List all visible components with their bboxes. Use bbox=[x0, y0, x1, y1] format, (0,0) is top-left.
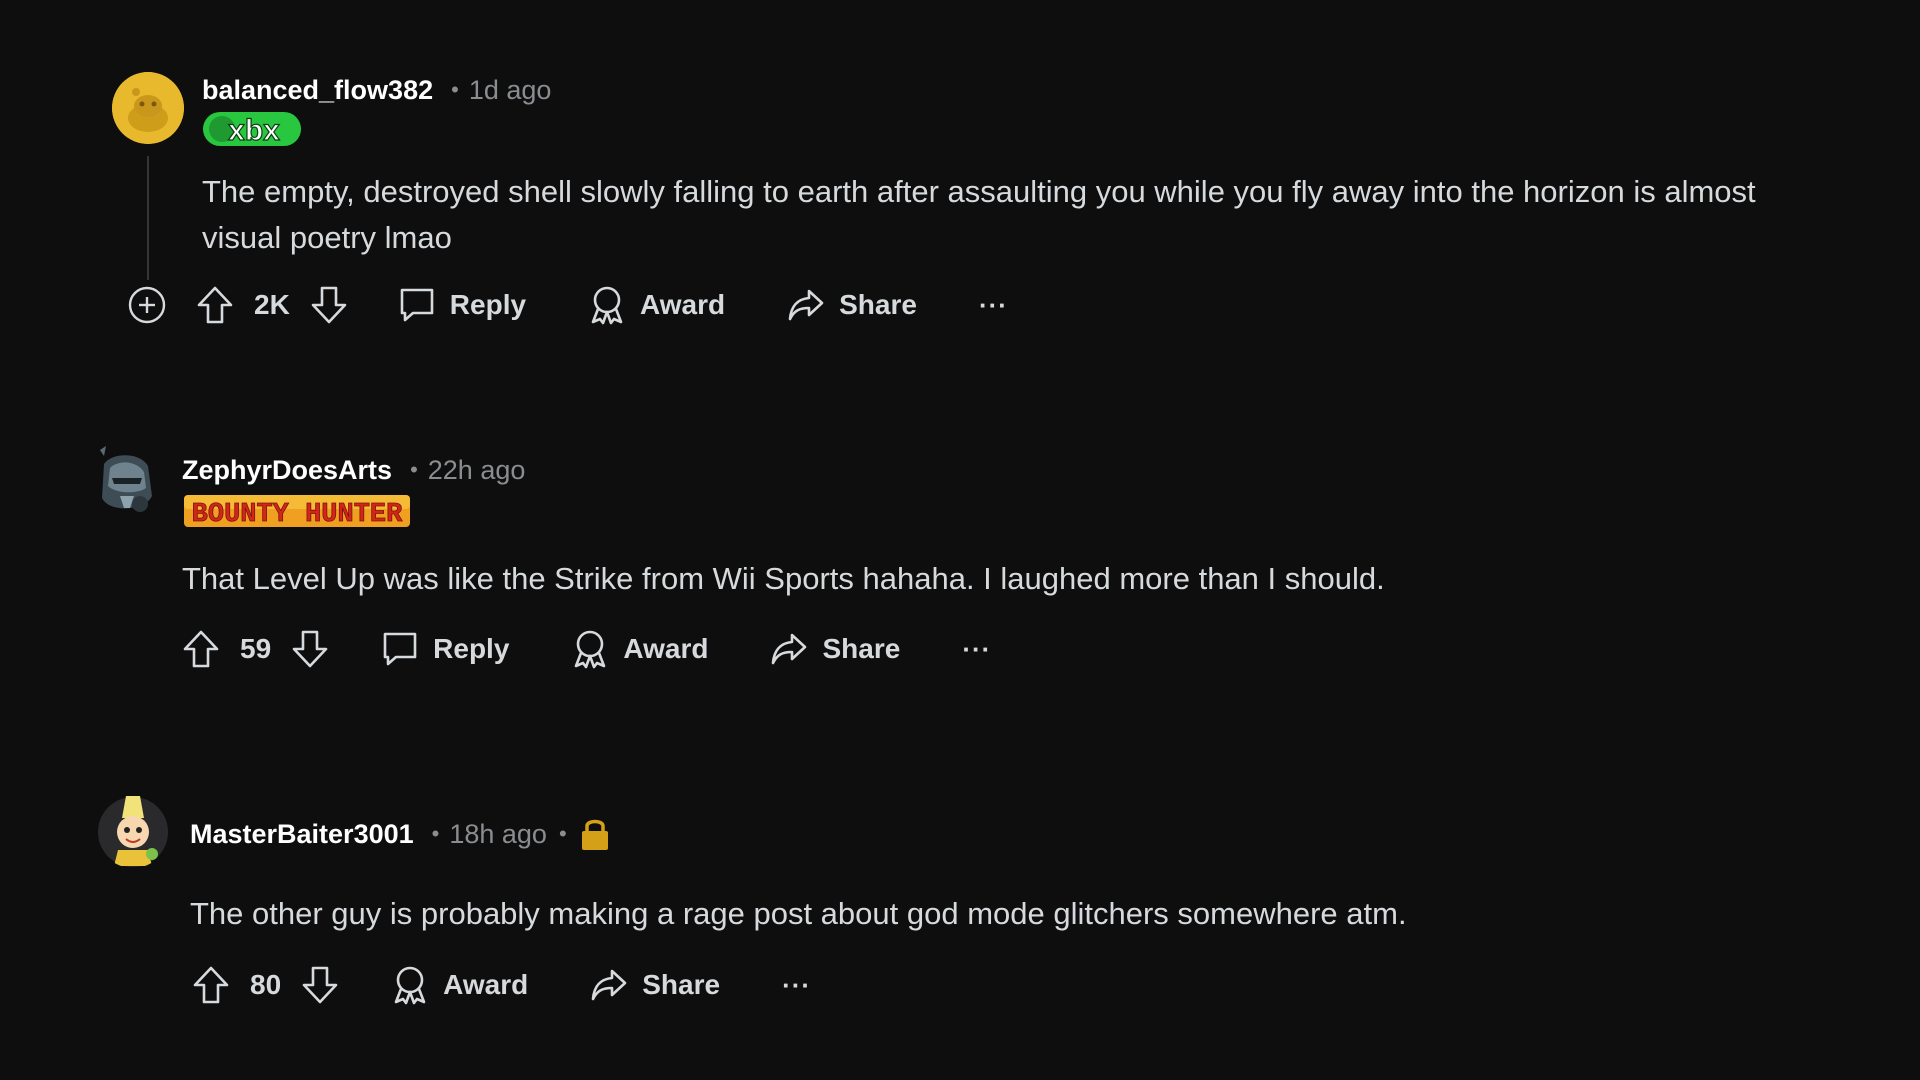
comment-body: That Level Up was like the Strike from W… bbox=[182, 556, 1822, 602]
vote-count: 59 bbox=[240, 633, 272, 664]
comment-text: That Level Up was like the Strike from W… bbox=[182, 561, 1385, 596]
award-button[interactable]: Award bbox=[588, 285, 725, 325]
share-button[interactable]: Share bbox=[787, 287, 917, 323]
reply-button[interactable]: Reply bbox=[398, 286, 526, 324]
thread-line[interactable] bbox=[147, 156, 149, 280]
snoo-avatar-icon bbox=[112, 72, 184, 144]
comment-thread: balanced_flow382 • 1d ago xbx The empty,… bbox=[0, 0, 1920, 1080]
username[interactable]: MasterBaiter3001 bbox=[190, 819, 414, 850]
vote-count: 80 bbox=[250, 969, 282, 1000]
username[interactable]: ZephyrDoesArts bbox=[182, 455, 392, 486]
downvote-arrow-icon bbox=[311, 286, 347, 324]
award-button[interactable]: Award bbox=[391, 965, 528, 1005]
comment-meta: ZephyrDoesArts • 22h ago bbox=[182, 452, 525, 488]
separator-dot: • bbox=[410, 457, 418, 482]
more-options-button[interactable]: ··· bbox=[782, 970, 811, 1001]
share-label: Share bbox=[822, 633, 901, 664]
ellipsis-icon: ··· bbox=[978, 289, 1008, 320]
vote-count: 2K bbox=[254, 289, 290, 320]
reply-label: Reply bbox=[433, 633, 510, 664]
upvote-arrow-icon bbox=[183, 630, 219, 668]
comment-actions: 59 Reply Award Share ··· bbox=[182, 626, 991, 672]
share-label: Share bbox=[839, 289, 917, 320]
award-ribbon-icon bbox=[575, 630, 606, 669]
upvote-arrow-icon bbox=[193, 966, 229, 1004]
comment-body: The other guy is probably making a rage … bbox=[190, 891, 1830, 937]
share-button[interactable]: Share bbox=[770, 631, 900, 667]
downvote-arrow-icon bbox=[292, 630, 328, 668]
share-button[interactable]: Share bbox=[590, 967, 720, 1003]
comment-actions: 2K Reply Award Share ··· bbox=[128, 282, 1008, 328]
avatar[interactable] bbox=[90, 444, 162, 524]
avatar[interactable] bbox=[112, 72, 184, 144]
downvote-button[interactable] bbox=[310, 285, 348, 325]
ellipsis-icon: ··· bbox=[782, 969, 812, 1000]
separator-dot: • bbox=[431, 821, 440, 846]
share-arrow-icon bbox=[772, 633, 807, 665]
user-flair: BOUNTY HUNTER bbox=[182, 491, 412, 531]
upvote-button[interactable] bbox=[192, 965, 230, 1005]
award-label: Award bbox=[443, 969, 529, 1000]
comment-actions: 80 Award Share ··· bbox=[192, 962, 811, 1008]
timestamp[interactable]: 22h ago bbox=[428, 455, 526, 486]
comment-bubble-icon bbox=[383, 632, 417, 666]
ellipsis-icon: ··· bbox=[962, 633, 992, 664]
upvote-button[interactable] bbox=[196, 285, 234, 325]
timestamp[interactable]: 1d ago bbox=[469, 75, 552, 106]
lock-icon bbox=[581, 819, 608, 850]
award-label: Award bbox=[640, 289, 726, 320]
comment-meta: balanced_flow382 • 1d ago bbox=[202, 72, 551, 108]
share-arrow-icon bbox=[788, 289, 824, 321]
timestamp[interactable]: 18h ago bbox=[449, 819, 547, 850]
character-avatar-icon bbox=[98, 796, 168, 867]
comment-text: The empty, destroyed shell slowly fallin… bbox=[202, 174, 1756, 255]
upvote-arrow-icon bbox=[197, 286, 233, 324]
more-options-button[interactable]: ··· bbox=[979, 290, 1008, 321]
flair-text: BOUNTY HUNTER bbox=[192, 500, 403, 530]
upvote-button[interactable] bbox=[182, 629, 220, 669]
separator-dot: • bbox=[558, 821, 567, 846]
plus-circle-icon bbox=[128, 286, 166, 324]
downvote-button[interactable] bbox=[291, 629, 329, 669]
user-flair: xbx bbox=[202, 110, 302, 148]
share-label: Share bbox=[642, 969, 721, 1000]
award-ribbon-icon bbox=[591, 286, 623, 325]
downvote-arrow-icon bbox=[302, 966, 338, 1004]
reply-label: Reply bbox=[449, 289, 527, 320]
reply-button[interactable]: Reply bbox=[381, 630, 509, 668]
share-arrow-icon bbox=[591, 969, 627, 1001]
expand-button[interactable] bbox=[128, 286, 166, 324]
award-ribbon-icon bbox=[394, 966, 426, 1005]
award-label: Award bbox=[623, 633, 709, 664]
comment-body: The empty, destroyed shell slowly fallin… bbox=[202, 169, 1842, 261]
comment-text: The other guy is probably making a rage … bbox=[190, 896, 1407, 931]
username[interactable]: balanced_flow382 bbox=[202, 75, 433, 106]
knight-avatar-icon bbox=[100, 446, 152, 512]
avatar[interactable] bbox=[96, 792, 170, 868]
comment-bubble-icon bbox=[400, 288, 434, 322]
comment-meta: MasterBaiter3001 • 18h ago • bbox=[190, 816, 611, 852]
more-options-button[interactable]: ··· bbox=[962, 634, 991, 665]
flair-text: xbx bbox=[228, 114, 280, 147]
separator-dot: • bbox=[451, 77, 459, 102]
award-button[interactable]: Award bbox=[571, 629, 708, 669]
downvote-button[interactable] bbox=[301, 965, 339, 1005]
